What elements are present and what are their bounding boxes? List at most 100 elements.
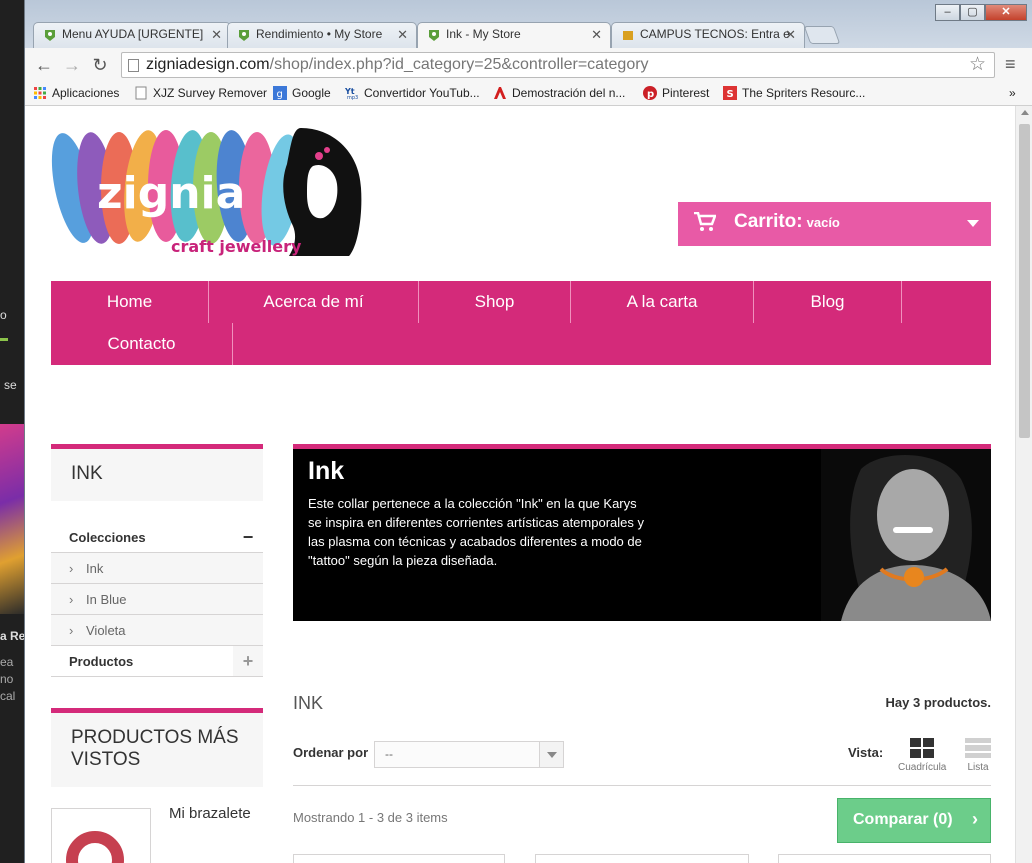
- back-button[interactable]: ←: [33, 54, 55, 76]
- pinterest-icon: p: [643, 86, 657, 100]
- zignia-logo[interactable]: zignia craft jewellery: [51, 126, 363, 256]
- product-count: Hay 3 productos.: [885, 695, 991, 710]
- cart-button[interactable]: Carrito: vacío: [678, 202, 991, 246]
- sort-value: --: [385, 747, 393, 761]
- bookmark-star-icon[interactable]: ☆: [969, 53, 986, 76]
- collapse-icon[interactable]: −: [233, 522, 263, 552]
- grid-icon: [910, 738, 935, 758]
- maximize-button[interactable]: ▢: [960, 4, 985, 21]
- bookmark-google[interactable]: g Google: [273, 86, 331, 100]
- nav-shop[interactable]: Shop: [419, 281, 571, 323]
- compare-label: Comparar (0): [853, 811, 953, 828]
- bookmark-aplicaciones[interactable]: Aplicaciones: [33, 86, 119, 100]
- bookmark-label: Pinterest: [662, 86, 710, 100]
- bookmark-demostracion[interactable]: Demostración del n...: [493, 86, 625, 100]
- bookmark-pinterest[interactable]: p Pinterest: [643, 86, 709, 100]
- compare-button[interactable]: Comparar (0) ›: [837, 798, 991, 843]
- product-name-link[interactable]: Mi brazalete: [169, 805, 251, 822]
- scroll-up-icon[interactable]: [1021, 110, 1029, 115]
- reload-button[interactable]: ↻: [89, 54, 111, 76]
- list-icon: [965, 738, 991, 758]
- bracelet-image: [66, 831, 124, 863]
- svg-text:mp3: mp3: [347, 95, 358, 100]
- bookmark-xjz[interactable]: XJZ Survey Remover: [134, 86, 267, 100]
- bookmark-spriters[interactable]: S The Spriters Resourc...: [723, 86, 865, 100]
- apps-icon: [34, 87, 46, 99]
- expand-icon[interactable]: +: [233, 646, 263, 676]
- chevron-right-icon: ›: [69, 561, 74, 576]
- list-view-button[interactable]: Lista: [965, 738, 991, 773]
- bookmarks-overflow-button[interactable]: »: [1009, 86, 1016, 100]
- url-host: zigniadesign.com: [146, 56, 270, 73]
- chevron-down-icon: [967, 220, 979, 227]
- nav-acerca[interactable]: Acerca de mí: [209, 281, 419, 323]
- favicon-icon: [45, 30, 55, 41]
- sort-select[interactable]: --: [374, 741, 564, 768]
- favicon-icon: [623, 31, 633, 40]
- chrome-menu-icon[interactable]: ≡: [1005, 54, 1016, 75]
- product-card[interactable]: [778, 854, 991, 863]
- chevron-right-icon: ›: [69, 592, 74, 607]
- desktop-image: [0, 424, 26, 614]
- close-tab-icon[interactable]: ✕: [591, 27, 602, 43]
- favicon-icon: [239, 30, 249, 41]
- product-thumbnail[interactable]: [51, 808, 151, 863]
- sidebar-item-violeta[interactable]: › Violeta: [51, 615, 263, 646]
- tab-ink-active[interactable]: Ink - My Store ✕: [417, 22, 611, 48]
- nav-a-la-carta[interactable]: A la carta: [571, 281, 754, 323]
- desktop-text: o: [0, 308, 7, 322]
- bookmark-label: The Spriters Resourc...: [742, 86, 866, 100]
- tab-menu-ayuda[interactable]: Menu AYUDA [URGENTE] ✕: [33, 22, 231, 48]
- google-icon: g: [273, 86, 287, 100]
- main-nav: Home Acerca de mí Shop A la carta Blog C…: [51, 281, 991, 365]
- browser-toolbar: ← → ↻ zigniadesign.com/shop/index.php?id…: [25, 48, 1032, 82]
- close-tab-icon[interactable]: ✕: [397, 27, 408, 43]
- new-tab-button[interactable]: [803, 26, 841, 44]
- tab-strip: Menu AYUDA [URGENTE] ✕ Rendimiento • My …: [25, 0, 1032, 48]
- address-bar[interactable]: zigniadesign.com/shop/index.php?id_categ…: [121, 52, 995, 78]
- tab-title: CAMPUS TECNOS: Entra e: [640, 27, 790, 41]
- grid-view-button[interactable]: Cuadrícula: [898, 738, 946, 773]
- category-banner: Ink Este collar pertenece a la colección…: [293, 444, 991, 621]
- minimize-button[interactable]: ‒: [935, 4, 960, 21]
- category-description: Este collar pertenece a la colección "In…: [308, 496, 644, 568]
- cart-status: vacío: [806, 215, 840, 230]
- close-tab-icon[interactable]: ✕: [211, 27, 222, 43]
- sidebar-item-label: Violeta: [86, 623, 126, 638]
- sidebar-colecciones[interactable]: Colecciones −: [51, 522, 263, 553]
- chevron-right-icon: ›: [972, 809, 978, 829]
- product-card[interactable]: [535, 854, 749, 863]
- close-window-button[interactable]: ✕: [985, 4, 1027, 21]
- favicon-icon: [429, 30, 439, 41]
- tab-title: Menu AYUDA [URGENTE]: [62, 27, 204, 41]
- browser-window: Menu AYUDA [URGENTE] ✕ Rendimiento • My …: [24, 0, 1032, 863]
- bookmark-label: Aplicaciones: [52, 86, 120, 100]
- tab-campus-tecnos[interactable]: CAMPUS TECNOS: Entra e ✕: [611, 22, 805, 48]
- window-controls: ‒ ▢ ✕: [935, 4, 1027, 21]
- bookmark-convertidor[interactable]: Yt mp3 Convertidor YouTub...: [345, 86, 480, 100]
- svg-text:p: p: [647, 89, 654, 100]
- forward-button[interactable]: →: [61, 54, 83, 76]
- sidebar-productos[interactable]: Productos +: [51, 646, 263, 677]
- product-card[interactable]: [293, 854, 505, 863]
- scrollbar-thumb[interactable]: [1019, 124, 1030, 438]
- grid-label: Cuadrícula: [898, 762, 947, 773]
- vertical-scrollbar[interactable]: [1015, 106, 1032, 863]
- spriters-icon: S: [723, 86, 737, 100]
- logo-word: zignia: [97, 168, 245, 219]
- desktop-text: ea: [0, 655, 14, 669]
- logo-tagline: craft jewellery: [171, 237, 302, 256]
- tab-rendimiento[interactable]: Rendimiento • My Store ✕: [227, 22, 417, 48]
- bookmarks-bar: Aplicaciones XJZ Survey Remover g Google …: [25, 82, 1032, 106]
- page-icon: [135, 86, 147, 100]
- url-path: /shop/index.php?id_category=25&controlle…: [269, 56, 649, 73]
- tab-title: Rendimiento • My Store: [256, 27, 383, 41]
- sidebar-block-title: INK: [51, 444, 263, 501]
- close-tab-icon[interactable]: ✕: [785, 27, 796, 43]
- sidebar-item-in-blue[interactable]: › In Blue: [51, 584, 263, 615]
- nav-blog[interactable]: Blog: [754, 281, 902, 323]
- sidebar-item-ink[interactable]: › Ink: [51, 553, 263, 584]
- nav-contacto[interactable]: Contacto: [51, 323, 233, 365]
- nav-home[interactable]: Home: [51, 281, 209, 323]
- desktop-text: no: [0, 672, 14, 686]
